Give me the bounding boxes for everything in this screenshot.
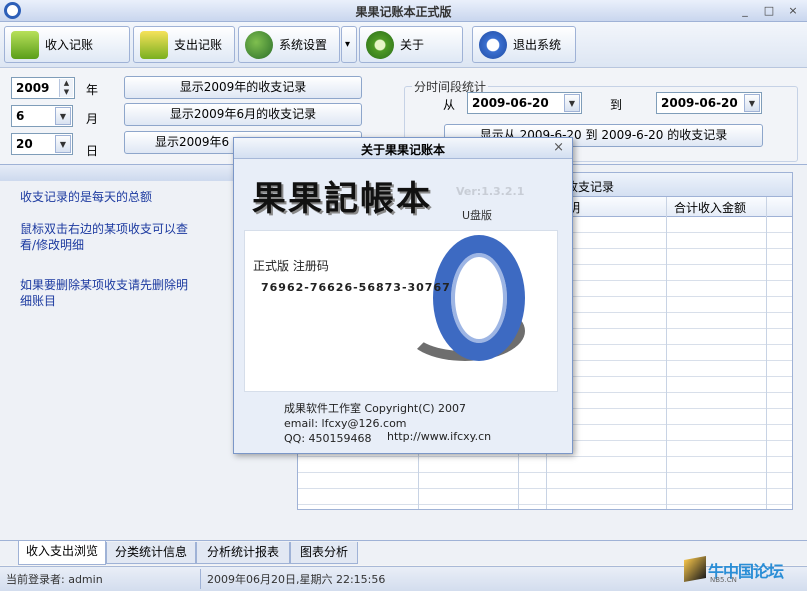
cube-logo-icon [684,556,706,582]
toolbar: 收入记账 支出记账 系统设置 ▾ 关于 退出系统 [0,22,807,68]
income-icon [11,30,39,59]
chevron-down-icon[interactable]: ▼ [55,107,71,125]
settings-dropdown-button[interactable]: ▾ [341,26,357,63]
exit-icon [479,30,507,59]
expense-icon [140,30,168,59]
grid-caption: 收支记录 [566,180,615,194]
from-label: 从 [443,98,456,112]
registration-panel: 正式版 注册码 76962-76626-56873-30767 [244,230,558,392]
show-month-records-button[interactable]: 显示2009年6月的收支记录 [124,103,362,126]
income-entry-label: 收入记账 [45,38,94,52]
chevron-down-icon[interactable]: ▼ [55,135,71,153]
dialog-title: 关于果果记账本 [360,143,445,157]
spin-arrows-icon[interactable]: ▲ ▼ [59,79,73,97]
registration-label: 正式版 注册码 [253,259,329,273]
tools-icon [245,30,273,59]
title-bar: 果果记账本正式版 _ □ × [0,0,807,22]
tab-chart-analysis[interactable]: 图表分析 [290,542,358,564]
chevron-down-icon[interactable]: ▼ [744,94,760,112]
year-unit: 年 [86,83,99,97]
tab-analysis-report[interactable]: 分析统计报表 [196,542,290,564]
info-text-1: 收支记录的是每天的总额 [20,190,153,204]
year-spinner[interactable]: 2009 ▲ ▼ [11,77,75,99]
system-settings-label: 系统设置 [279,38,328,52]
chevron-down-icon[interactable]: ▼ [564,94,580,112]
income-entry-button[interactable]: 收入记账 [4,26,130,63]
watermark-subtext: NB5.CN [710,576,737,584]
edition-text: U盘版 [462,209,493,222]
grid-column-header[interactable]: 合计收入金额 [674,199,746,216]
grid-divider [666,197,667,509]
maximize-button[interactable]: □ [760,3,778,18]
month-value: 6 [16,109,25,123]
grid-divider [766,197,767,509]
to-label: 到 [610,98,623,112]
status-divider [200,569,201,589]
dialog-close-icon[interactable]: × [553,140,564,155]
tab-category-stats[interactable]: 分类统计信息 [106,542,196,564]
expense-entry-button[interactable]: 支出记账 [133,26,235,63]
about-button[interactable]: 关于 [359,26,463,63]
watermark-logo: 牛中国论坛 NB5.CN [684,556,802,586]
month-select[interactable]: 6 ▼ [11,105,73,127]
expense-entry-label: 支出记账 [174,38,223,52]
exit-button[interactable]: 退出系统 [472,26,576,63]
copyright-text: 成果软件工作室 Copyright(C) 2007 [284,402,466,415]
from-date-picker[interactable]: 2009-06-20 ▼ [467,92,582,114]
qq-text: QQ: 450159468 [284,432,372,445]
info-text-2: 鼠标双击右边的某项收支可以查看/修改明细 [20,222,189,252]
exit-label: 退出系统 [513,38,562,52]
app-logo-text: 果果記帳本 [252,179,432,219]
email-text: email: lfcxy@126.com [284,417,407,430]
system-settings-button[interactable]: 系统设置 [238,26,340,63]
show-year-records-button[interactable]: 显示2009年的收支记录 [124,76,362,99]
day-value: 20 [16,137,33,151]
about-dialog: 关于果果记账本 × 果果記帳本 Ver:1.3.2.1 U盘版 正式版 注册码 … [233,137,573,454]
day-select[interactable]: 20 ▼ [11,133,73,155]
to-date-value: 2009-06-20 [661,96,738,110]
info-text-3: 如果要删除某项收支请先删除明细账目 [20,278,189,308]
website-link[interactable]: http://www.ifcxy.cn [387,430,491,443]
year-value: 2009 [16,81,50,95]
from-date-value: 2009-06-20 [472,96,549,110]
day-unit: 日 [86,144,99,158]
chevron-down-icon: ▾ [345,39,351,50]
gear-icon [366,30,394,59]
dialog-title-bar: 关于果果记账本 × [234,138,572,159]
close-button[interactable]: × [784,3,802,18]
to-date-picker[interactable]: 2009-06-20 ▼ [656,92,762,114]
version-text: Ver:1.3.2.1 [456,185,525,198]
window-title: 果果记账本正式版 [355,5,452,19]
registration-code: 76962-76626-56873-30767 [261,281,451,294]
current-datetime: 2009年06月20日,星期六 22:15:56 [207,573,386,586]
minimize-button[interactable]: _ [736,3,754,18]
month-unit: 月 [86,112,99,126]
tab-income-expense-browse[interactable]: 收入支出浏览 [18,541,106,565]
about-label: 关于 [400,38,425,52]
current-user: 当前登录者: admin [6,573,103,586]
logo-ring-icon [433,235,525,361]
